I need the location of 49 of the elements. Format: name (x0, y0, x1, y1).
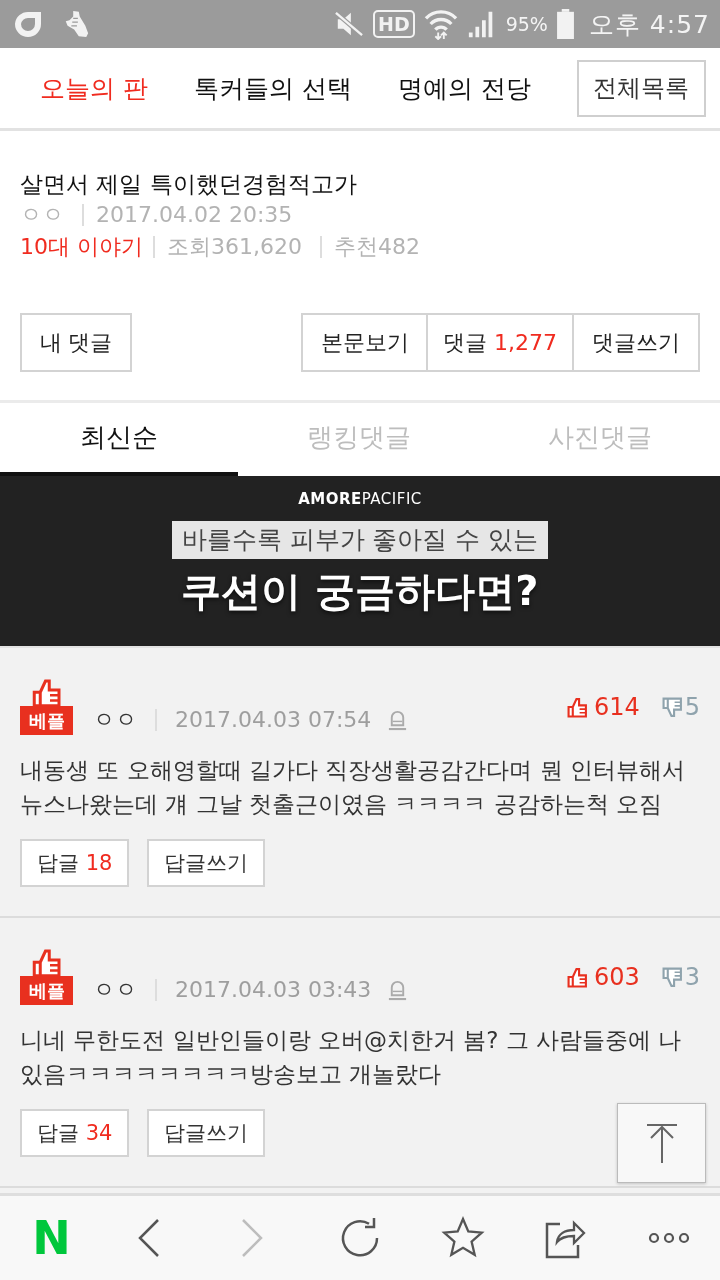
comment-author: ㅇㅇ (93, 706, 137, 734)
thumbs-down-icon[interactable] (661, 966, 683, 988)
muted-speaker-icon (334, 10, 364, 38)
hd-badge: HD (373, 10, 415, 38)
dislike-count: 5 (684, 693, 700, 721)
view-post-button[interactable]: 본문보기 (301, 313, 428, 372)
nav-tab[interactable]: 오늘의 판 (40, 71, 148, 105)
thumbs-up-icon[interactable] (566, 696, 588, 718)
comment-date: 2017.04.03 03:43 (175, 976, 372, 1004)
wifi-icon (423, 8, 458, 40)
replies-button[interactable]: 답글 18 (20, 839, 130, 887)
battery-icon (556, 9, 574, 39)
nav-tab[interactable]: 명예의 전당 (397, 71, 531, 105)
write-reply-button[interactable]: 답글쓰기 (147, 839, 266, 887)
dislike-count: 3 (684, 963, 700, 991)
comment-author: ㅇㅇ (93, 976, 137, 1004)
scroll-top-button[interactable] (617, 1103, 706, 1183)
star-icon[interactable] (440, 1216, 485, 1260)
clock-time: 오후 4:57 (588, 8, 710, 41)
arrow-up-icon (645, 1123, 678, 1163)
comment-text: 내동생 또 오해영할때 길가다 직장생활공감간다며 뭔 인터뷰해서 뉴스나왔는데 걔 그날 첫출근이였음 ㅋㅋㅋㅋ 공감하는척 오짐 (20, 756, 686, 819)
post-title: 살면서 제일 특이했던경험적고가 (20, 170, 358, 199)
write-reply-button[interactable]: 답글쓰기 (147, 1109, 266, 1157)
my-comments-button[interactable]: 내 댓글 (20, 313, 132, 372)
thumbs-up-icon (31, 948, 62, 978)
ad-banner[interactable]: AMOREPACIFIC 바를수록 피부가 좋아질 수 있는 쿠션이 궁금하다면? (0, 476, 720, 646)
comment-date: 2017.04.03 07:54 (175, 706, 372, 734)
ad-headline: 쿠션이 궁금하다면? (181, 567, 539, 616)
view-count: 조회361,620 (167, 233, 302, 261)
brand-logo: AMOREPACIFIC (298, 490, 422, 508)
best-badge: 베플 (20, 706, 73, 735)
nav-tab[interactable]: 톡커들의 선택 (193, 71, 352, 105)
comment-text: 니네 무한도전 일반인들이랑 오버@치한거 봄? 그 사람들중에 나 있음ㅋㅋㅋㅋㅋㅋㅋㅋ방송보고 개놀랐다 (20, 1026, 683, 1089)
like-count: 614 (593, 693, 640, 721)
post-author: ㅇㅇ (20, 201, 64, 229)
comments-button[interactable]: 댓글 1,277 (428, 313, 574, 372)
write-comment-button[interactable]: 댓글쓰기 (574, 313, 700, 372)
like-count: 603 (593, 963, 640, 991)
recommend-count: 추천482 (334, 233, 420, 261)
best-badge: 베플 (20, 976, 73, 1005)
post-category[interactable]: 10대 이야기 (20, 231, 143, 263)
thumbs-up-icon (31, 678, 62, 708)
post-date: 2017.04.02 20:35 (96, 201, 293, 229)
ad-tagline: 바를수록 피부가 좋아질 수 있는 (171, 521, 549, 559)
replies-button[interactable]: 답글 34 (20, 1109, 130, 1157)
thumbs-down-icon[interactable] (661, 696, 683, 718)
all-list-button[interactable]: 전체목록 (576, 59, 706, 117)
battery-percent: 95% (505, 13, 548, 35)
thumbs-up-icon[interactable] (566, 966, 588, 988)
